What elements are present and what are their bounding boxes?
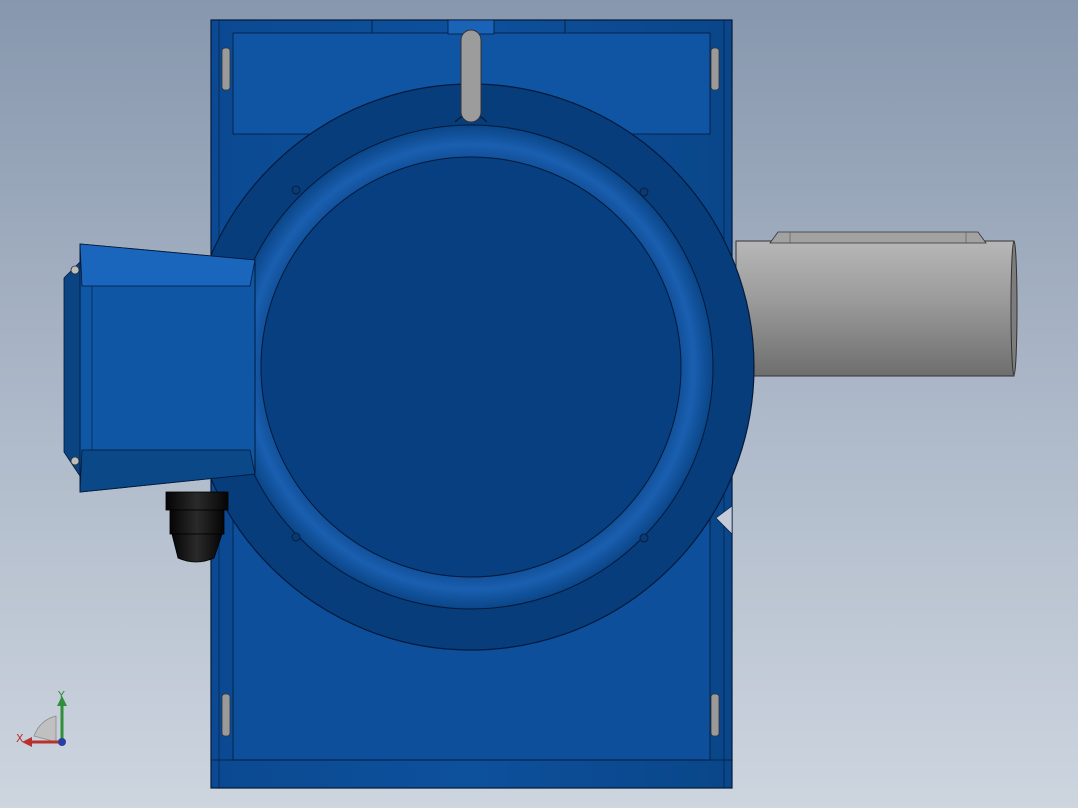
terminal-box[interactable]: [63, 243, 256, 493]
triad-x-label: X: [16, 732, 24, 745]
gearbox-model[interactable]: [0, 0, 1078, 808]
triad-y-label: Y: [58, 689, 65, 702]
graphics-viewport[interactable]: X Y: [0, 0, 1078, 808]
motor-flange[interactable]: [187, 83, 755, 651]
output-shaft[interactable]: [735, 231, 1018, 377]
